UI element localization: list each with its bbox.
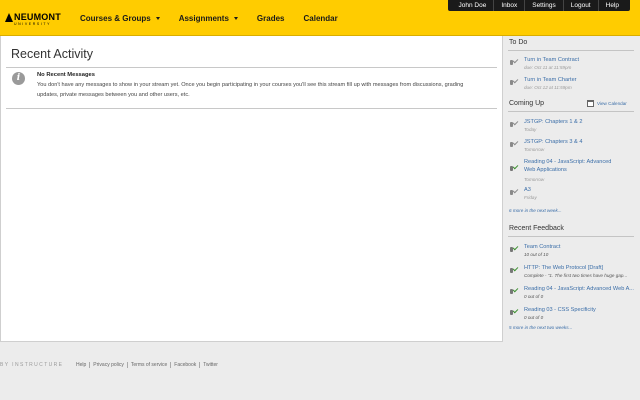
checkmark-icon [510, 141, 518, 148]
nav-courses-groups[interactable]: Courses & Groups [80, 14, 160, 23]
feedback-title[interactable]: HTTP: The Web Protocol [Draft] [524, 264, 603, 272]
settings-link[interactable]: Settings [524, 0, 563, 11]
checkmark-icon [510, 189, 518, 196]
footer-terms-link[interactable]: Terms of service [126, 362, 170, 368]
footer-facebook-link[interactable]: Facebook [170, 362, 199, 368]
nav-label: Assignments [178, 13, 229, 23]
todo-item-title[interactable]: Turn in Team Charter [524, 76, 577, 84]
help-link[interactable]: Help [597, 0, 626, 11]
view-calendar-link[interactable]: View Calendar [587, 100, 627, 107]
nav-grades[interactable]: Grades [257, 14, 285, 23]
divider [6, 67, 497, 68]
footer: BY INSTRUCTURE Help Privacy policy Terms… [0, 362, 640, 372]
nav-assignments[interactable]: Assignments [179, 14, 238, 23]
user-name-link[interactable]: John Doe [452, 0, 494, 11]
chevron-down-icon [155, 16, 160, 20]
nav-label: Courses & Groups [80, 13, 151, 23]
inbox-link[interactable]: Inbox [493, 0, 524, 11]
feedback-score: 0 out of 0 [524, 315, 544, 320]
footer-privacy-link[interactable]: Privacy policy [89, 362, 127, 368]
todo-item-due: due: Oct 12 at 11:59pm [524, 85, 572, 90]
divider [508, 50, 634, 51]
neumont-logo[interactable]: NEUMONT UNIVERSITY [5, 12, 75, 30]
feedback-title[interactable]: Reading 03 - CSS Specificity [524, 306, 596, 314]
coming-up-more-link[interactable]: 6 more in the next week... [509, 208, 562, 213]
nav-label: Grades [256, 13, 285, 23]
checkmark-icon [510, 309, 518, 316]
feedback-score: 10 out of 10 [524, 252, 549, 257]
feedback-comment: Complete - "1. The first two times have … [524, 273, 628, 278]
feedback-title[interactable]: Team Contract [524, 243, 560, 251]
coming-up-title[interactable]: Reading 04 - JavaScript: Advanced Web Ap… [524, 158, 624, 174]
todo-item-title[interactable]: Turn in Team Contract [524, 56, 579, 64]
main-nav: Courses & Groups Assignments Grades Cale… [80, 0, 357, 36]
checkmark-icon [510, 165, 518, 172]
coming-up-heading: Coming Up [509, 100, 545, 107]
feedback-more-link[interactable]: 5 more in the next two weeks... [509, 325, 572, 330]
todo-item-due: due: Oct 11 at 11:59pm [524, 65, 572, 70]
logo-subtext: UNIVERSITY [14, 22, 52, 26]
checkmark-icon [510, 59, 518, 66]
footer-twitter-link[interactable]: Twitter [199, 362, 221, 368]
main-content: Recent Activity i No Recent Messages You… [0, 36, 503, 342]
logo-text: NEUMONT [14, 12, 61, 22]
view-calendar-label: View Calendar [597, 101, 627, 106]
checkmark-icon [510, 288, 518, 295]
recent-feedback-heading: Recent Feedback [509, 225, 564, 232]
coming-up-when: Tomorrow [524, 177, 545, 182]
todo-heading: To Do [509, 39, 528, 46]
top-header: NEUMONT UNIVERSITY Courses & Groups Assi… [0, 0, 640, 36]
divider [508, 111, 634, 112]
coming-up-when: Friday [524, 195, 537, 200]
checkmark-icon [510, 267, 518, 274]
instructure-brand: BY INSTRUCTURE [0, 362, 64, 368]
divider [508, 236, 634, 237]
coming-up-title[interactable]: A3 [524, 186, 531, 194]
coming-up-when: Today [524, 127, 537, 132]
nav-label: Calendar [303, 13, 338, 23]
footer-links: Help Privacy policy Terms of service Fac… [76, 362, 221, 368]
divider [6, 108, 497, 109]
chevron-down-icon [233, 16, 238, 20]
coming-up-when: Tomorrow [524, 147, 545, 152]
calendar-icon [587, 100, 594, 107]
page-title: Recent Activity [11, 47, 93, 61]
info-icon: i [12, 72, 25, 85]
checkmark-icon [510, 121, 518, 128]
logo-mark-icon [5, 13, 13, 22]
logout-link[interactable]: Logout [562, 0, 598, 11]
feedback-title[interactable]: Reading 04 - JavaScript: Advanced Web A.… [524, 285, 634, 293]
checkmark-icon [510, 246, 518, 253]
feedback-score: 0 out of 0 [524, 294, 544, 299]
message-title: No Recent Messages [37, 72, 95, 78]
nav-calendar[interactable]: Calendar [304, 14, 338, 23]
user-menu-bar: John Doe Inbox Settings Logout Help [447, 0, 630, 11]
coming-up-title[interactable]: JSTGP: Chapters 1 & 2 [524, 118, 582, 126]
message-body: You don't have any messages to show in y… [37, 82, 464, 98]
coming-up-title[interactable]: JSTGP: Chapters 3 & 4 [524, 138, 582, 146]
footer-help-link[interactable]: Help [76, 362, 89, 368]
checkmark-icon [510, 79, 518, 86]
